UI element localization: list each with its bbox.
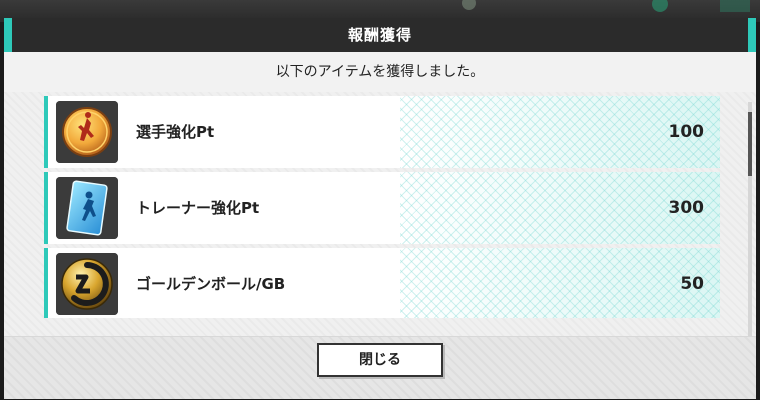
reward-name: トレーナー強化Pt: [136, 199, 260, 217]
golden-ball-icon: [56, 253, 118, 315]
player-boost-medal-icon: [56, 101, 118, 163]
reward-row: 選手強化Pt 100: [44, 96, 720, 168]
reward-quantity: 300: [668, 198, 705, 218]
shop-icon: [720, 0, 750, 12]
reward-name: ゴールデンボール/GB: [136, 275, 286, 293]
dialog-message: 以下のアイテムを獲得しました。: [4, 52, 756, 92]
reward-list[interactable]: 選手強化Pt 100 トレーナー強化Pt 300 ゴールデンボール/GB 50: [44, 96, 720, 318]
reward-name: 選手強化Pt: [136, 123, 215, 141]
reward-row: トレーナー強化Pt 300: [44, 172, 720, 244]
gem-icon: [652, 0, 668, 12]
reward-quantity: 50: [680, 274, 704, 294]
reward-dialog: 報酬獲得 以下のアイテムを獲得しました。 選手強化Pt 100 トレーナー強化P…: [4, 18, 756, 399]
row-pattern: [400, 248, 720, 318]
close-button[interactable]: 閉じる: [317, 343, 443, 377]
reward-row: ゴールデンボール/GB 50: [44, 248, 720, 318]
coin-icon: [462, 0, 476, 10]
trainer-boost-card-icon: [56, 177, 118, 239]
reward-quantity: 100: [668, 122, 705, 142]
dialog-title: 報酬獲得: [347, 26, 412, 44]
scrollbar-thumb[interactable]: [748, 112, 752, 176]
list-scrollbar[interactable]: [748, 102, 752, 336]
